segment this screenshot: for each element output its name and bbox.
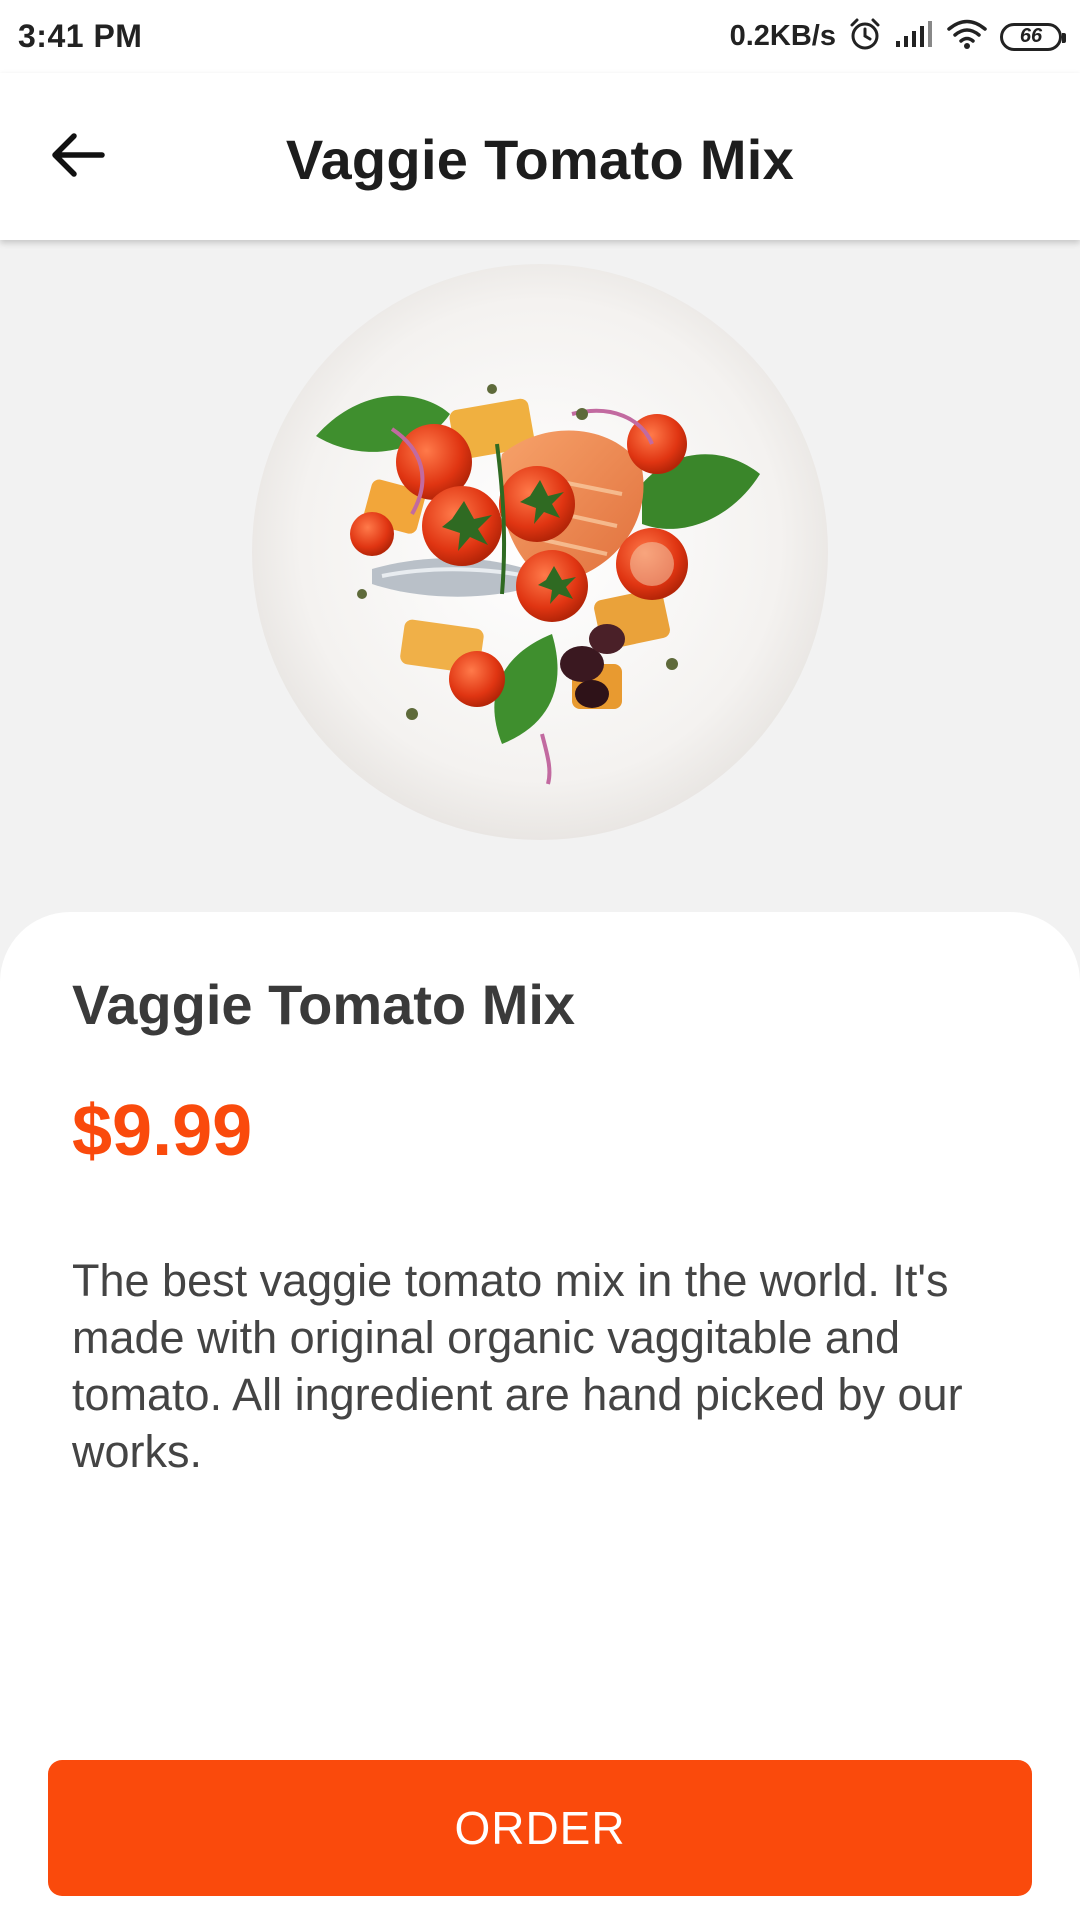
dish-image [252,264,828,840]
page-title: Vaggie Tomato Mix [285,128,795,191]
order-button[interactable]: ORDER [48,1760,1032,1896]
network-speed: 0.2KB/s [729,20,836,52]
app-bar: Vaggie Tomato Mix [0,73,1080,240]
hero-area [0,240,1080,920]
status-time: 3:41 PM [18,18,143,54]
screen: 3:41 PM 0.2KB/s 66 Vaggie Tomato Mix Vag… [0,0,1080,1920]
wifi-icon [946,18,988,55]
alarm-icon [848,17,882,56]
signal-icon [894,19,934,54]
status-right: 0.2KB/s 66 [729,17,1066,56]
product-name: Vaggie Tomato Mix [72,973,576,1036]
product-description: The best vaggie tomato mix in the world.… [72,1255,963,1477]
details-card: Vaggie Tomato Mix $9.99 The best vaggie … [0,912,1080,1920]
product-price: $9.99 [72,1091,253,1171]
battery-icon: 66 [1000,22,1066,51]
battery-level: 66 [1019,25,1043,47]
status-bar: 3:41 PM 0.2KB/s 66 [0,0,1080,73]
